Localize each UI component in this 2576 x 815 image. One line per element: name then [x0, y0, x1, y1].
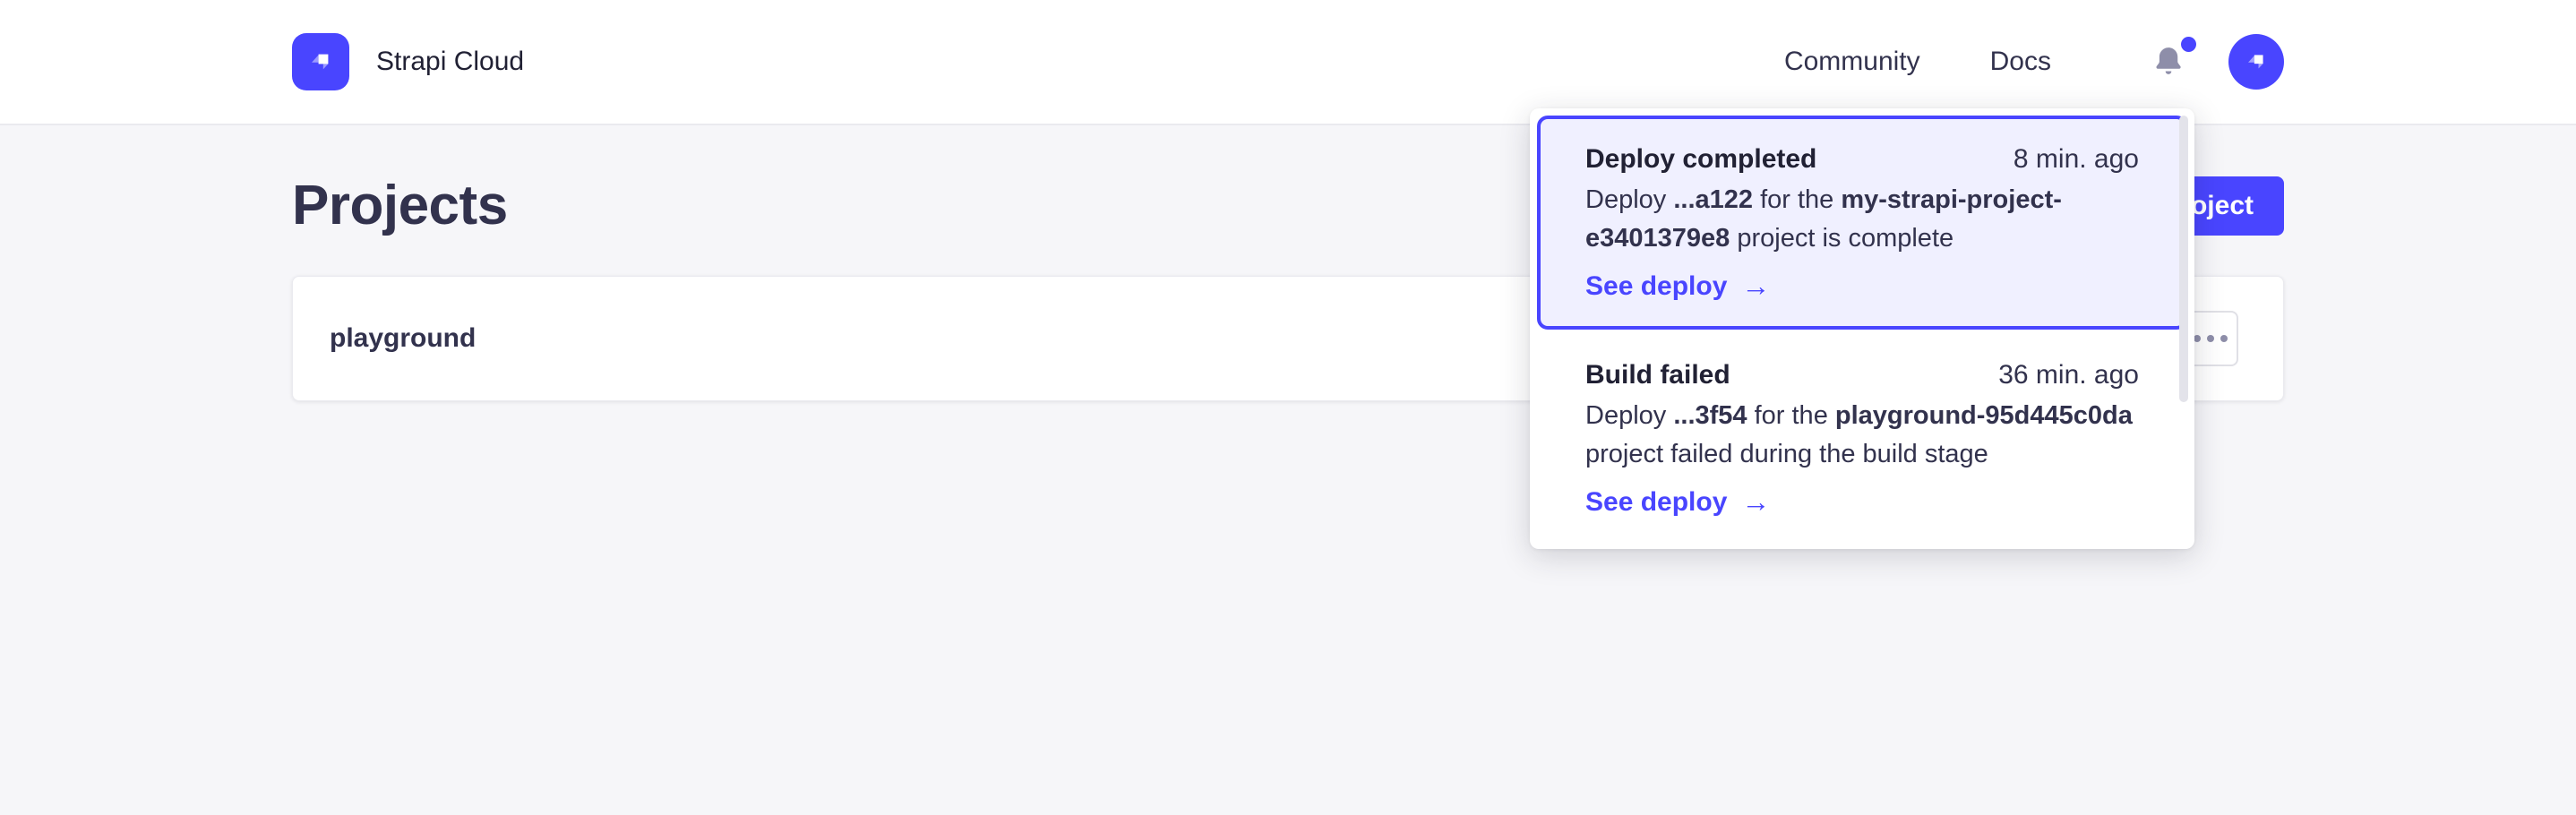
brand-name: Strapi Cloud: [376, 47, 524, 77]
top-navbar: Strapi Cloud Community Docs: [0, 0, 2576, 125]
ellipsis-icon: [2194, 335, 2228, 342]
brand[interactable]: Strapi Cloud: [292, 33, 524, 90]
notifications-bell-button[interactable]: [2151, 44, 2187, 80]
notification-body: Deploy ...a122 for the my-strapi-project…: [1585, 181, 2139, 258]
notification-header: Deploy completed 8 min. ago: [1585, 144, 2139, 175]
see-deploy-link[interactable]: See deploy →: [1585, 270, 2139, 303]
notification-title: Deploy completed: [1585, 144, 1816, 175]
arrow-right-icon: →: [1741, 485, 1770, 519]
arrow-right-icon: →: [1741, 270, 1770, 303]
page-title: Projects: [292, 174, 508, 237]
notification-title: Build failed: [1585, 360, 1730, 390]
strapi-avatar-icon: [2240, 46, 2272, 78]
strapi-cloud-app: Strapi Cloud Community Docs: [0, 0, 2576, 815]
notification-time: 8 min. ago: [2014, 144, 2139, 175]
account-avatar[interactable]: [2228, 34, 2284, 90]
notification-time: 36 min. ago: [1998, 360, 2139, 390]
see-deploy-link[interactable]: See deploy →: [1585, 485, 2139, 519]
notification-header: Build failed 36 min. ago: [1585, 360, 2139, 390]
nav-link-community[interactable]: Community: [1784, 47, 1920, 77]
notification-deploy-completed[interactable]: Deploy completed 8 min. ago Deploy ...a1…: [1537, 116, 2187, 330]
notification-body: Deploy ...3f54 for the playground-95d445…: [1585, 397, 2139, 474]
project-name: playground: [330, 323, 476, 354]
scrollbar-thumb[interactable]: [2179, 116, 2188, 402]
notifications-dropdown: Deploy completed 8 min. ago Deploy ...a1…: [1530, 108, 2194, 549]
unread-dot: [2181, 37, 2196, 52]
header-nav: Community Docs: [1784, 34, 2284, 90]
nav-link-docs[interactable]: Docs: [1990, 47, 2051, 77]
notification-build-failed[interactable]: Build failed 36 min. ago Deploy ...3f54 …: [1537, 330, 2187, 519]
strapi-logo-icon: [292, 33, 349, 90]
bell-icon: [2151, 44, 2185, 78]
